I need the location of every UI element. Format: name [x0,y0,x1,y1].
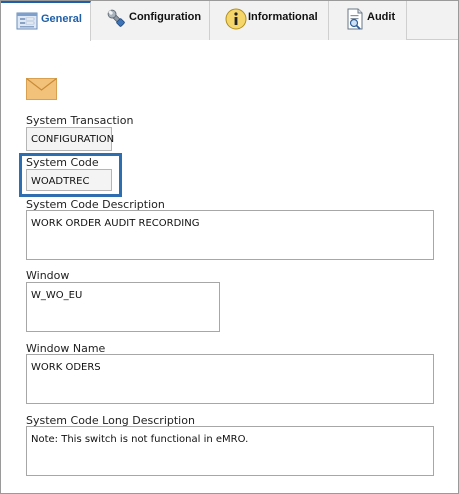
tab-bar: General Configuration Informational Audi… [1,1,458,41]
general-form-icon [15,9,39,33]
tab-audit-label: Audit [367,11,396,23]
wrench-icon [105,7,129,31]
tab-general-label: General [41,13,82,25]
tab-configuration-label: Configuration [129,11,202,23]
system-transaction-field: CONFIGURATION [26,127,114,151]
audit-document-icon [343,7,367,31]
tab-general[interactable]: General [1,1,91,41]
window-field[interactable]: W_WO_EU [26,282,220,332]
system-transaction-label: System Transaction [26,114,134,127]
window-frame: General Configuration Informational Audi… [0,0,459,494]
window-label: Window [26,269,70,282]
info-icon [224,7,248,31]
tab-informational-label: Informational [248,11,318,23]
tab-audit[interactable]: Audit [329,1,407,40]
tab-informational[interactable]: Informational [210,1,329,40]
system-code-field: WOADTREC [26,169,112,191]
system-code-long-description-field[interactable]: Note: This switch is not functional in e… [26,426,434,476]
envelope-icon [26,78,57,100]
tab-configuration[interactable]: Configuration [91,1,210,40]
system-code-description-field[interactable]: WORK ORDER AUDIT RECORDING [26,210,434,260]
window-name-field[interactable]: WORK ODERS [26,354,434,404]
system-code-label: System Code [26,156,99,169]
